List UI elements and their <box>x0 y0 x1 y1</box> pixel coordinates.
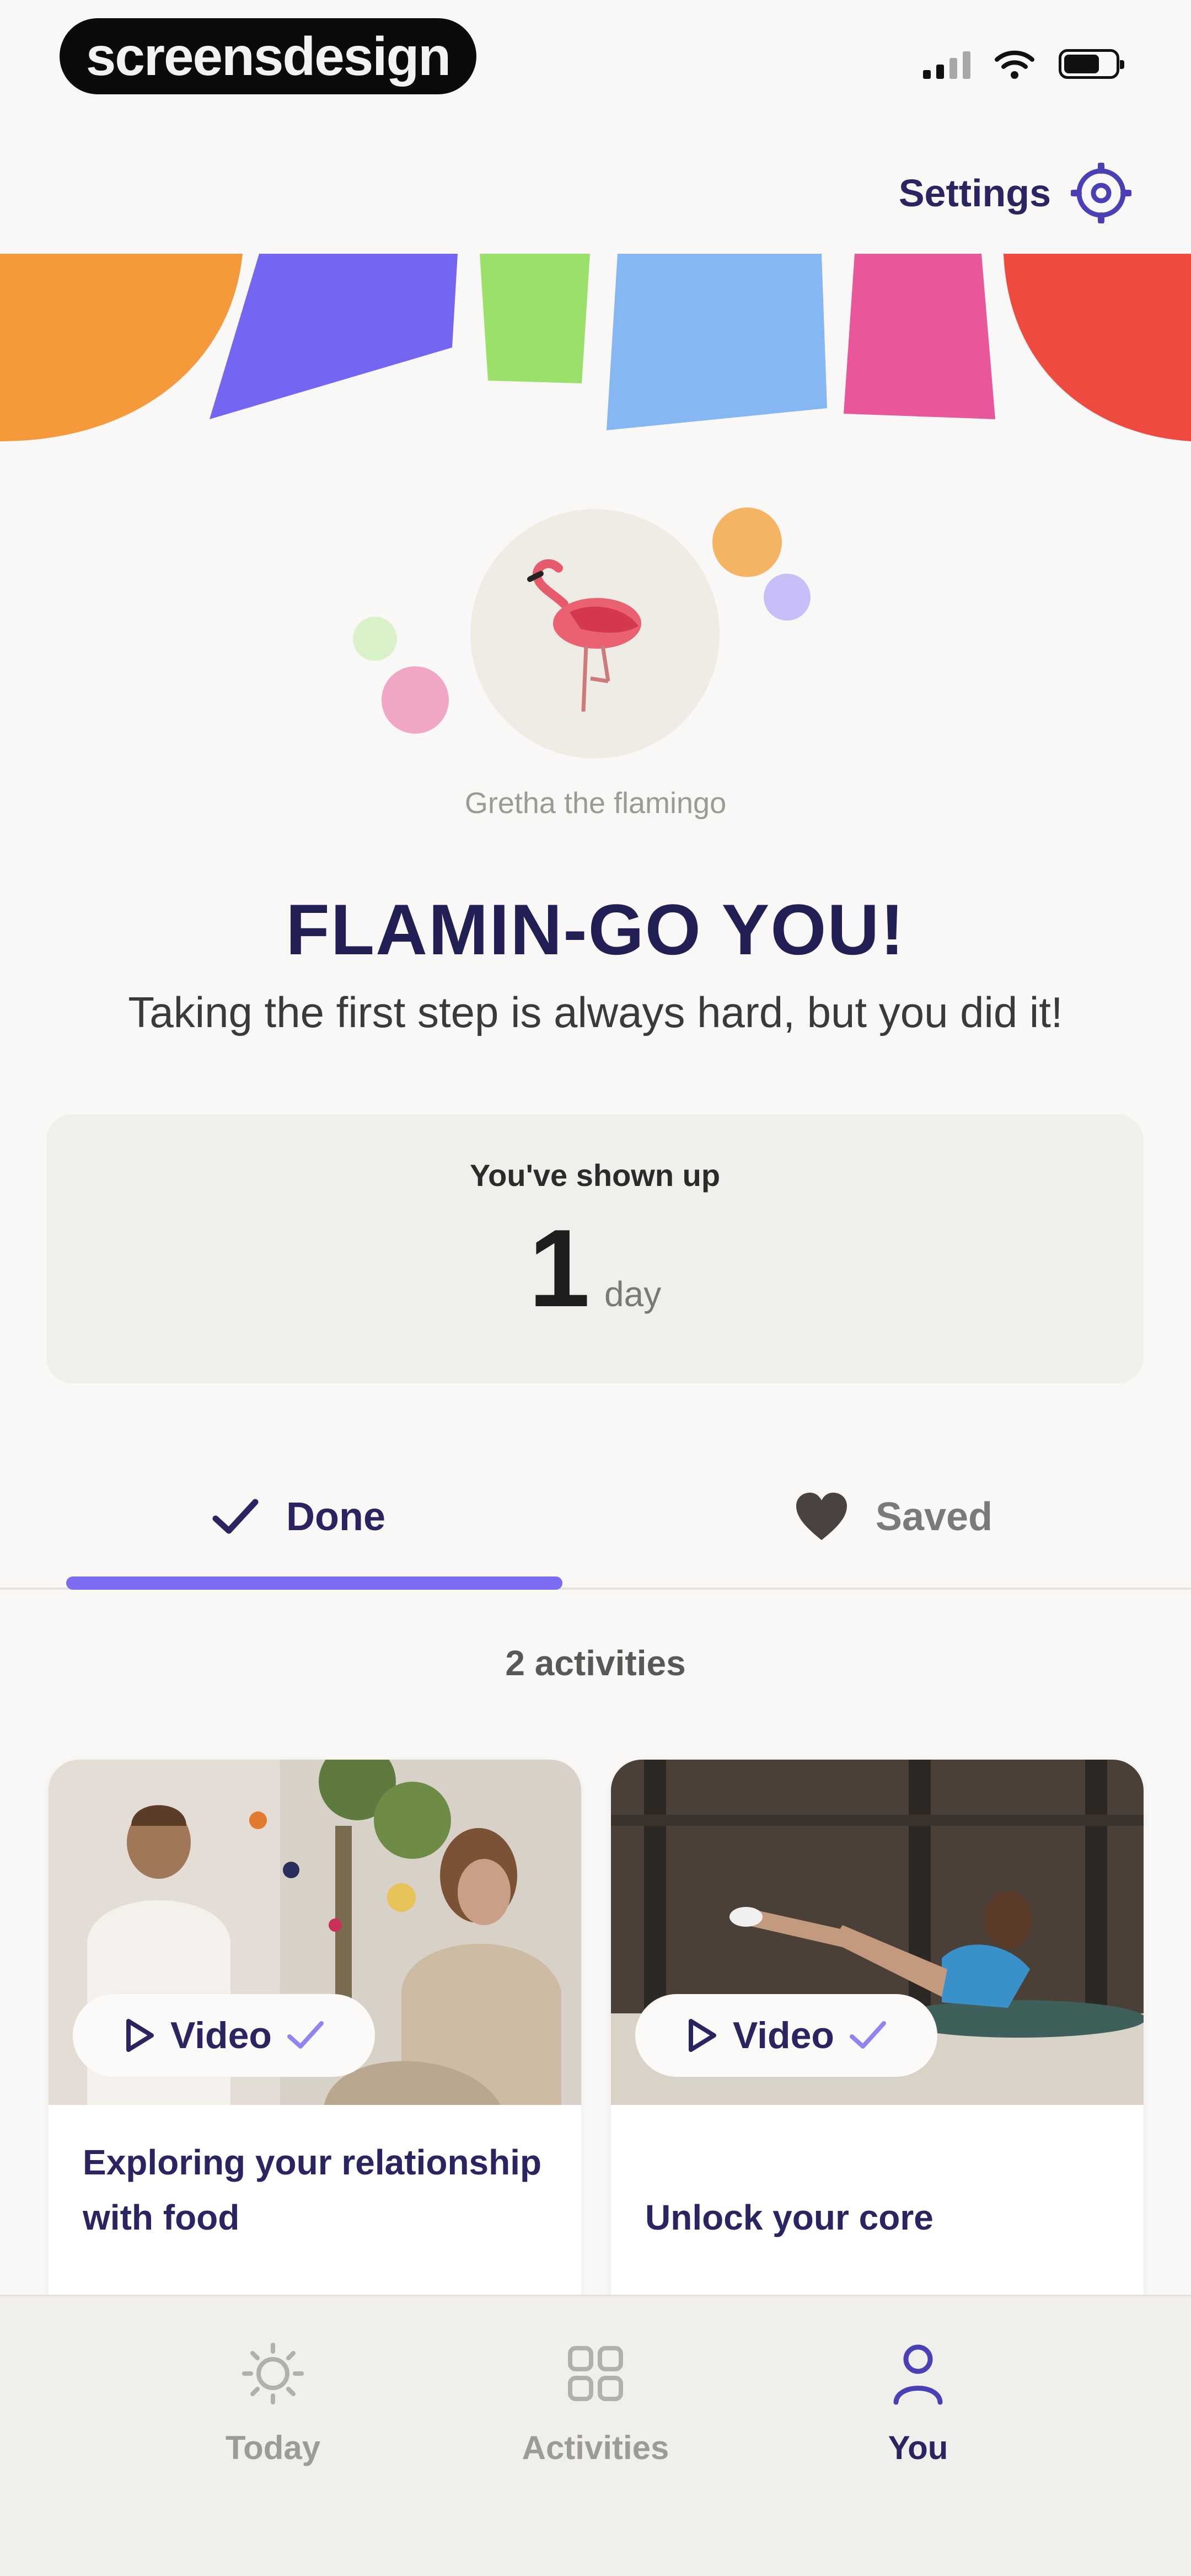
sun-icon <box>242 2343 304 2404</box>
brand-logo: screensdesign <box>60 18 476 94</box>
checkmark-icon <box>287 2021 324 2049</box>
tab-saved-label: Saved <box>875 1495 993 1539</box>
tab-saved[interactable]: Saved <box>596 1445 1191 1589</box>
heart-icon <box>796 1493 847 1540</box>
nav-label-you: You <box>888 2429 948 2466</box>
tab-done-label: Done <box>286 1495 385 1539</box>
video-label: Video <box>170 2014 272 2056</box>
play-icon <box>689 2019 717 2052</box>
flamingo-icon <box>527 559 641 712</box>
play-icon <box>126 2019 154 2052</box>
grid-icon <box>568 2346 623 2401</box>
activity-count: 2 activities <box>505 1643 686 1683</box>
settings-button[interactable]: Settings <box>899 160 1131 226</box>
page-subtitle: Taking the first step is always hard, bu… <box>128 988 1063 1036</box>
decor-dot <box>764 574 811 621</box>
settings-label: Settings <box>898 172 1051 215</box>
mascot-name: Gretha the flamingo <box>464 787 727 820</box>
streak-card: You've shown up 1 day <box>46 1114 1144 1383</box>
streak-unit: day <box>604 1274 662 1314</box>
nav-label-activities: Activities <box>522 2429 669 2466</box>
video-label: Video <box>733 2014 834 2056</box>
video-badge: Video <box>635 1994 937 2077</box>
nav-label-today: Today <box>225 2429 321 2466</box>
decor-dot <box>353 617 397 661</box>
nav-item-today[interactable]: Today <box>163 2340 383 2517</box>
checkmark-icon <box>212 1499 259 1534</box>
cellular-signal-icon <box>923 49 970 79</box>
app-screen: screensdesign Settings Gretha the flamin… <box>0 0 1191 2576</box>
streak-number: 1 <box>528 1207 591 1330</box>
battery-icon <box>1059 49 1124 79</box>
status-icons <box>923 49 1124 79</box>
person-icon <box>893 2344 943 2405</box>
bottom-nav: Today Activities You <box>0 2295 1191 2576</box>
activity-card[interactable]: Video Unlock your core <box>611 1760 1144 2355</box>
activity-card[interactable]: Video Exploring your relationship with f… <box>49 1760 581 2355</box>
gear-icon <box>1071 163 1131 223</box>
nav-item-you[interactable]: You <box>808 2340 1028 2517</box>
celebration-banner <box>0 254 1191 441</box>
streak-title: You've shown up <box>469 1158 721 1193</box>
wifi-icon <box>995 50 1034 79</box>
streak-value: 1 day <box>46 1214 1144 1324</box>
tab-done[interactable]: Done <box>0 1445 596 1589</box>
page-title: FLAMIN-GO YOU! <box>286 889 905 970</box>
active-tab-indicator <box>66 1576 562 1590</box>
activity-title: Exploring your relationship with food <box>83 2142 542 2237</box>
decor-dot <box>712 507 782 577</box>
checkmark-icon <box>849 2021 886 2049</box>
activity-tabs: Done Saved <box>0 1445 1191 1589</box>
nav-item-activities[interactable]: Activities <box>485 2340 706 2517</box>
video-badge: Video <box>73 1994 375 2077</box>
status-bar: screensdesign <box>0 0 1191 127</box>
activity-title: Unlock your core <box>645 2198 934 2237</box>
decor-dot <box>382 666 449 734</box>
